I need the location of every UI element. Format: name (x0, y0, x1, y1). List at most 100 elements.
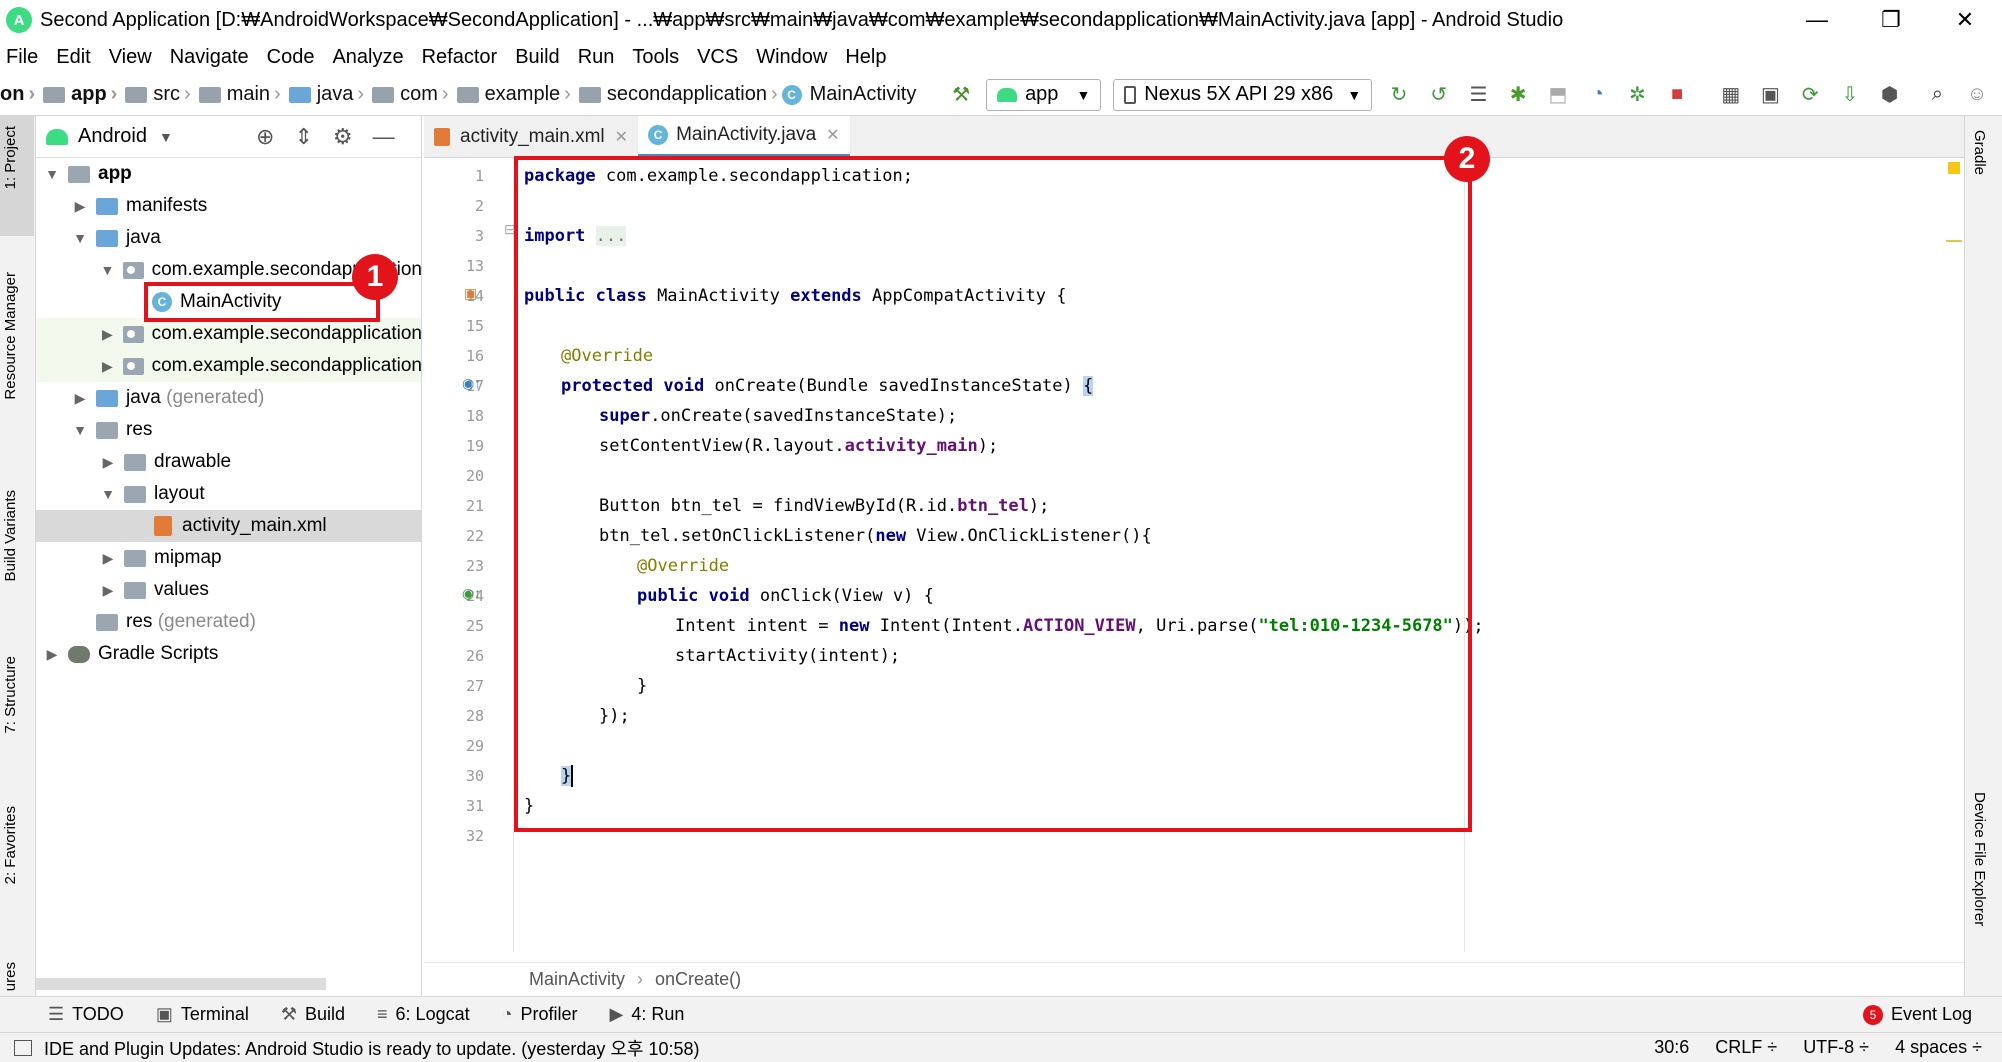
search-icon[interactable]: ⌕ (1923, 80, 1953, 110)
list-icon[interactable]: ☰ (1464, 80, 1494, 110)
tool-structure[interactable]: 7: Structure (2, 656, 19, 734)
tool-run[interactable]: ▶ 4: Run (610, 1004, 685, 1025)
tree-item-values[interactable]: ▶ values (36, 574, 421, 606)
menu-tools[interactable]: Tools (632, 46, 679, 69)
breadcrumb-item-java[interactable]: java › (285, 83, 368, 106)
inspection-status-icon[interactable] (1948, 162, 1960, 174)
avd-manager-icon[interactable]: ▣ (1756, 80, 1786, 110)
minimize-button[interactable]: — (1780, 0, 1854, 40)
tab-mainactivity-java[interactable]: C MainActivity.java ✕ (638, 116, 850, 157)
tree-item-package-androidtest[interactable]: ▶ com.example.secondapplication (36, 318, 421, 350)
breadcrumb-item-com[interactable]: com › (368, 83, 452, 106)
breadcrumb-item[interactable]: on › (0, 83, 39, 106)
hide-icon[interactable]: — (373, 124, 395, 150)
tool-todo[interactable]: ☰ TODO (48, 1004, 124, 1025)
tree-item-package-test[interactable]: ▶ com.example.secondapplication (36, 350, 421, 382)
chevron-down-icon: ▼ (101, 486, 115, 502)
warning-stripe[interactable] (1946, 240, 1962, 242)
tool-terminal[interactable]: ▣ Terminal (156, 1004, 249, 1025)
apply-changes-icon[interactable]: ↻ (1384, 80, 1414, 110)
menu-edit[interactable]: Edit (56, 46, 90, 69)
breadcrumb-item-main[interactable]: main › (195, 83, 285, 106)
android-icon (997, 87, 1018, 102)
tab-activity-main-xml[interactable]: activity_main.xml ✕ (424, 116, 638, 157)
attach-process-icon[interactable]: ✲ (1622, 80, 1652, 110)
tree-item-java-generated[interactable]: ▶ java (generated) (36, 382, 421, 414)
breadcrumb-item-src[interactable]: src › (121, 83, 194, 106)
tool-resource-manager[interactable]: Resource Manager (2, 272, 19, 400)
tool-gradle[interactable]: Gradle (1971, 130, 1988, 175)
tool-profiler[interactable]: ◔ Profiler (502, 1004, 578, 1025)
menu-build[interactable]: Build (515, 46, 559, 69)
breadcrumb-item-secondapplication[interactable]: secondapplication › (575, 83, 782, 106)
tree-item-res[interactable]: ▼ res (36, 414, 421, 446)
package-icon[interactable]: ⬢ (1875, 80, 1905, 110)
chevron-down-icon[interactable]: ▼ (159, 129, 173, 145)
editor-breadcrumb-class[interactable]: MainActivity (529, 969, 625, 990)
debug-bug-icon[interactable]: ✱ (1503, 80, 1533, 110)
gear-icon[interactable]: ⚙ (333, 124, 353, 150)
menu-file[interactable]: File (6, 46, 38, 69)
implement-method-gutter-icon[interactable]: ◉↑ (462, 585, 481, 602)
tool-build-variants[interactable]: Build Variants (2, 490, 19, 581)
breadcrumb-item-app[interactable]: app › (39, 83, 121, 106)
run-config-dropdown[interactable]: app ▼ (986, 78, 1102, 111)
stop-icon[interactable]: ■ (1662, 80, 1692, 110)
status-message[interactable]: IDE and Plugin Updates: Android Studio i… (44, 1035, 700, 1061)
tool-project[interactable]: 1: Project (2, 126, 19, 189)
override-method-gutter-icon[interactable]: ◉↑ (462, 375, 481, 392)
package-icon (372, 86, 395, 103)
editor-breadcrumb-method[interactable]: onCreate() (655, 969, 741, 990)
tree-item-gradle-scripts[interactable]: ▶ Gradle Scripts (36, 638, 421, 670)
make-project-hammer-icon[interactable]: ⚒ (946, 80, 976, 110)
toggle-tool-windows-icon[interactable] (14, 1039, 32, 1056)
menu-help[interactable]: Help (845, 46, 886, 69)
menu-navigate[interactable]: Navigate (170, 46, 249, 69)
tool-build[interactable]: ⚒ Build (281, 1004, 345, 1025)
close-tab-icon[interactable]: ✕ (615, 127, 628, 147)
tree-item-activity-main-xml[interactable]: activity_main.xml (36, 510, 421, 542)
user-icon[interactable]: ☺ (1962, 80, 1992, 110)
apply-code-changes-icon[interactable]: ↺ (1424, 80, 1454, 110)
indent-setting[interactable]: 4 spaces ÷ (1895, 1037, 1982, 1058)
breadcrumb-item-mainactivity[interactable]: C MainActivity (781, 83, 916, 106)
layout-file-gutter-icon[interactable]: ▣ (464, 285, 477, 302)
horizontal-scrollbar[interactable] (36, 978, 326, 990)
tool-favorites[interactable]: 2: Favorites (2, 806, 19, 884)
line-separator[interactable]: CRLF ÷ (1715, 1037, 1777, 1058)
tool-event-log[interactable]: 5 Event Log (1862, 1004, 1972, 1025)
tool-logcat[interactable]: ≡ 6: Logcat (377, 1004, 470, 1025)
sync-gradle-icon[interactable]: ⟳ (1795, 80, 1825, 110)
profiler-gauge-icon[interactable]: ◔ (1583, 80, 1613, 110)
device-dropdown[interactable]: Nexus 5X API 29 x86 ▼ (1113, 78, 1373, 111)
sdk-manager-icon[interactable]: ⇩ (1835, 80, 1865, 110)
menu-refactor[interactable]: Refactor (422, 46, 498, 69)
project-structure-icon[interactable]: ▦ (1716, 80, 1746, 110)
tree-item-manifests[interactable]: ▶ manifests (36, 190, 421, 222)
locate-icon[interactable]: ⊕ (256, 124, 274, 150)
tree-item-res-generated[interactable]: res (generated) (36, 606, 421, 638)
file-encoding[interactable]: UTF-8 ÷ (1803, 1037, 1869, 1058)
tree-item-java[interactable]: ▼ java (36, 222, 421, 254)
menu-view[interactable]: View (109, 46, 152, 69)
restore-button[interactable]: ❐ (1854, 0, 1928, 40)
cursor-position[interactable]: 30:6 (1654, 1037, 1689, 1058)
close-tab-icon[interactable]: ✕ (826, 125, 839, 145)
menu-run[interactable]: Run (578, 46, 615, 69)
tool-device-file-explorer[interactable]: Device File Explorer (1971, 792, 1988, 926)
attach-debugger-icon[interactable]: ⬒ (1543, 80, 1573, 110)
project-view-selector[interactable]: Android (78, 125, 147, 148)
collapse-all-icon[interactable]: ⇕ (294, 124, 312, 150)
breadcrumb-item-example[interactable]: example › (453, 83, 575, 106)
tree-item-layout[interactable]: ▼ layout (36, 478, 421, 510)
tree-item-app[interactable]: ▼ app (36, 158, 421, 190)
menu-code[interactable]: Code (267, 46, 315, 69)
menu-window[interactable]: Window (756, 46, 827, 69)
close-button[interactable]: ✕ (1928, 0, 2002, 40)
package-icon (122, 357, 144, 375)
tree-item-drawable[interactable]: ▶ drawable (36, 446, 421, 478)
menu-analyze[interactable]: Analyze (332, 46, 403, 69)
tree-item-mipmap[interactable]: ▶ mipmap (36, 542, 421, 574)
menu-vcs[interactable]: VCS (697, 46, 738, 69)
tool-captures[interactable]: ures (2, 962, 19, 991)
